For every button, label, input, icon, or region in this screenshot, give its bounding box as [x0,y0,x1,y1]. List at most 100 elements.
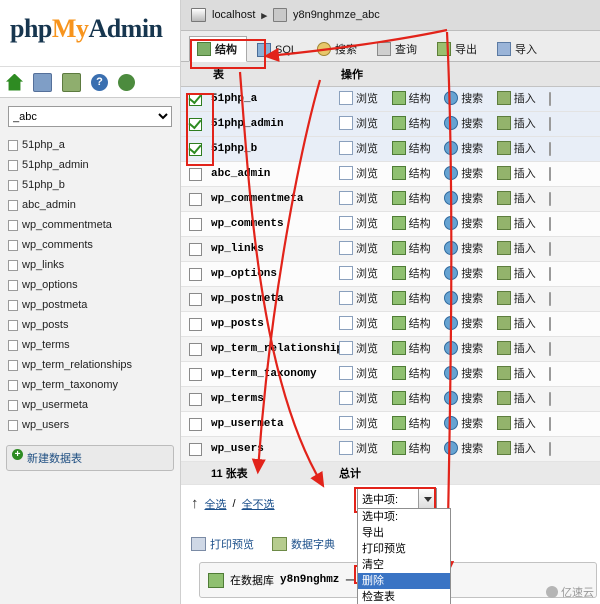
table-row[interactable]: wp_terms 浏览 结构 搜索 插入 [181,386,600,412]
row-checkbox[interactable] [188,117,202,131]
action-drop[interactable] [547,161,600,187]
action-drop[interactable] [547,261,600,287]
sidebar-table-item[interactable]: wp_terms [0,335,180,355]
action-search[interactable]: 搜索 [442,286,495,312]
database-select[interactable]: _abc [8,106,172,127]
action-drop[interactable] [547,186,600,212]
row-table-name[interactable]: wp_commentmeta [209,186,337,212]
select-none-link[interactable]: 全不选 [242,496,275,512]
breadcrumb-server[interactable]: localhost [212,9,255,21]
row-checkbox[interactable] [188,192,202,206]
action-insert[interactable]: 插入 [494,386,548,412]
table-row[interactable]: wp_comments 浏览 结构 搜索 插入 [181,211,600,237]
row-checkbox-cell[interactable] [181,311,209,337]
sql-icon[interactable] [33,72,52,92]
action-insert[interactable]: 插入 [494,161,548,187]
action-search[interactable]: 搜索 [442,386,495,412]
action-drop[interactable] [547,436,600,462]
action-insert[interactable]: 插入 [494,211,548,237]
action-browse[interactable]: 浏览 [337,436,390,462]
action-insert[interactable]: 插入 [494,411,548,437]
row-checkbox-cell[interactable] [181,361,209,387]
row-checkbox-cell[interactable] [181,161,209,187]
table-row[interactable]: 51php_b 浏览 结构 搜索 插入 [181,136,600,162]
action-search[interactable]: 搜索 [442,111,495,137]
action-search[interactable]: 搜索 [442,261,495,287]
row-checkbox[interactable] [188,217,202,231]
row-table-name[interactable]: wp_links [209,236,337,262]
table-row[interactable]: wp_commentmeta 浏览 结构 搜索 插入 [181,186,600,212]
sidebar-table-item[interactable]: 51php_b [0,175,180,195]
with-selected-dropdown[interactable]: 选中项: 导出 打印预览 清空 删除 检查表 优化表 [357,508,451,604]
tab-export[interactable]: 导出 [429,36,487,62]
action-structure[interactable]: 结构 [389,161,443,187]
action-drop[interactable] [547,111,600,137]
action-search[interactable]: 搜索 [442,311,495,337]
sidebar-table-item[interactable]: 51php_a [0,135,180,155]
row-table-name[interactable]: wp_term_relationships [209,336,350,362]
row-table-name[interactable]: wp_term_taxonomy [209,361,337,387]
table-row[interactable]: wp_options 浏览 结构 搜索 插入 [181,261,600,287]
action-structure[interactable]: 结构 [389,111,443,137]
action-search[interactable]: 搜索 [442,236,495,262]
action-search[interactable]: 搜索 [442,361,495,387]
sidebar-table-item[interactable]: wp_usermeta [0,395,180,415]
tab-search[interactable]: 搜索 [309,36,367,62]
action-structure[interactable]: 结构 [389,436,443,462]
row-checkbox[interactable] [188,317,202,331]
row-checkbox-cell[interactable] [181,111,209,137]
row-checkbox[interactable] [188,442,202,456]
row-table-name[interactable]: 51php_admin [209,111,337,137]
export-icon[interactable] [62,72,81,92]
row-checkbox-cell[interactable] [181,186,209,212]
action-insert[interactable]: 插入 [494,186,548,212]
row-table-name[interactable]: abc_admin [209,161,337,187]
action-structure[interactable]: 结构 [389,286,443,312]
action-search[interactable]: 搜索 [442,336,495,362]
action-structure[interactable]: 结构 [389,411,443,437]
tab-structure[interactable]: 结构 [189,36,247,62]
action-search[interactable]: 搜索 [442,411,495,437]
breadcrumb-database[interactable]: y8n9nghmze_abc [293,9,380,21]
action-drop[interactable] [547,411,600,437]
action-browse[interactable]: 浏览 [337,136,390,162]
action-browse[interactable]: 浏览 [337,361,390,387]
action-browse[interactable]: 浏览 [337,336,390,362]
home-icon[interactable] [6,73,23,91]
row-table-name[interactable]: wp_terms [209,386,337,412]
action-insert[interactable]: 插入 [494,236,548,262]
select-all-link[interactable]: 全选 [205,496,227,512]
action-structure[interactable]: 结构 [389,261,443,287]
sidebar-table-item[interactable]: wp_links [0,255,180,275]
action-drop[interactable] [547,211,600,237]
row-checkbox-cell[interactable] [181,286,209,312]
action-insert[interactable]: 插入 [494,86,548,112]
sidebar-table-item[interactable]: abc_admin [0,195,180,215]
action-search[interactable]: 搜索 [442,186,495,212]
sidebar-table-item[interactable]: wp_commentmeta [0,215,180,235]
table-row[interactable]: wp_term_relationships 浏览 结构 搜索 插入 [181,336,600,362]
sidebar-table-item[interactable]: wp_comments [0,235,180,255]
sidebar-table-item[interactable]: wp_postmeta [0,295,180,315]
action-drop[interactable] [547,136,600,162]
row-checkbox-cell[interactable] [181,386,209,412]
sidebar-table-item[interactable]: wp_users [0,415,180,435]
action-browse[interactable]: 浏览 [337,286,390,312]
dropdown-option[interactable]: 检查表 [358,589,450,604]
dropdown-option[interactable]: 导出 [358,525,450,541]
sidebar-table-item[interactable]: wp_term_relationships [0,355,180,375]
sidebar-table-item[interactable]: wp_posts [0,315,180,335]
action-search[interactable]: 搜索 [442,86,495,112]
row-checkbox-cell[interactable] [181,136,209,162]
row-table-name[interactable]: wp_comments [209,211,337,237]
dropdown-option[interactable]: 选中项: [358,509,450,525]
action-drop[interactable] [547,86,600,112]
row-checkbox[interactable] [188,142,202,156]
action-structure[interactable]: 结构 [389,386,443,412]
action-search[interactable]: 搜索 [442,436,495,462]
action-insert[interactable]: 插入 [494,361,548,387]
action-insert[interactable]: 插入 [494,261,548,287]
action-browse[interactable]: 浏览 [337,86,390,112]
language-icon[interactable] [118,73,135,91]
row-checkbox[interactable] [188,167,202,181]
